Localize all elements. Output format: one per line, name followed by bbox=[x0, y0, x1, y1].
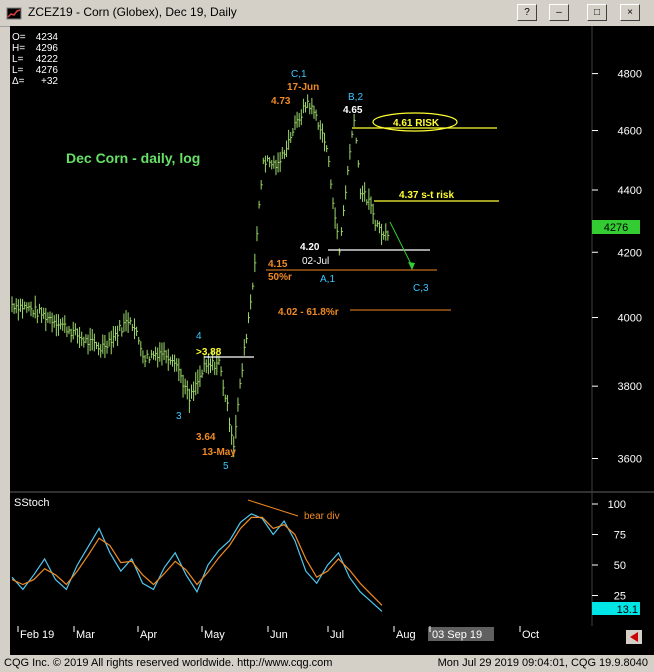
stoch-y-tick-label: 25 bbox=[614, 591, 626, 603]
timestamp-text: Mon Jul 29 2019 09:04:01, CQG 19.9.8040 bbox=[437, 657, 648, 669]
ohlc-label: L= bbox=[12, 65, 24, 76]
minimize-icon: – bbox=[556, 7, 562, 18]
chart-area: O= 4234 H= 4296 L= 4222 L= 4276 Δ= +32 D… bbox=[10, 26, 654, 655]
label-364: 3.64 bbox=[196, 432, 216, 443]
x-tick-label: 03 Sep 19 bbox=[432, 629, 482, 641]
scroll-right-button[interactable] bbox=[626, 630, 642, 644]
ohlc-label: L= bbox=[12, 54, 24, 65]
ohlc-label: H= bbox=[12, 43, 25, 54]
label-415: 4.15 bbox=[268, 259, 288, 270]
price-chart-svg: O= 4234 H= 4296 L= 4222 L= 4276 Δ= +32 D… bbox=[10, 26, 654, 655]
x-tick-label: Feb 19 bbox=[20, 629, 54, 641]
label-bear-div: bear div bbox=[304, 511, 340, 522]
ohlc-value: +32 bbox=[41, 76, 58, 87]
maximize-icon: □ bbox=[593, 7, 601, 18]
x-tick-label: May bbox=[204, 629, 225, 641]
ohlc-value: 4276 bbox=[36, 65, 59, 76]
label-473: 4.73 bbox=[271, 96, 291, 107]
y-tick-label: 4200 bbox=[618, 247, 642, 259]
label-420: 4.20 bbox=[300, 242, 320, 253]
last-price-value: 4276 bbox=[604, 222, 628, 234]
ohlc-value: 4296 bbox=[36, 43, 59, 54]
help-button[interactable]: ? bbox=[517, 4, 537, 21]
stoch-last-value: 13.1 bbox=[617, 604, 638, 616]
x-tick-label: Mar bbox=[76, 629, 95, 641]
label-17jun: 17-Jun bbox=[287, 82, 319, 93]
y-tick-label: 3800 bbox=[618, 381, 642, 393]
chart-title: Dec Corn - daily, log bbox=[66, 150, 200, 166]
app-icon bbox=[6, 7, 22, 20]
label-50r: 50%r bbox=[268, 272, 292, 283]
copyright-text: CQG Inc. © 2019 All rights reserved worl… bbox=[4, 657, 333, 669]
stoch-y-tick-label: 50 bbox=[614, 560, 626, 572]
maximize-button[interactable]: □ bbox=[587, 4, 607, 21]
y-tick-label: 4600 bbox=[618, 126, 642, 138]
label-c1: C,1 bbox=[291, 69, 307, 80]
stoch-y-tick-label: 100 bbox=[608, 499, 626, 511]
label-02jul: 02-Jul bbox=[302, 256, 329, 267]
status-bar: CQG Inc. © 2019 All rights reserved worl… bbox=[0, 655, 654, 672]
label-13may: 13-May bbox=[202, 447, 236, 458]
label-b2: B,2 bbox=[348, 92, 363, 103]
ohlc-value: 4222 bbox=[36, 54, 59, 65]
label-388: >3.88 bbox=[196, 347, 222, 358]
stoch-y-tick-label: 75 bbox=[614, 530, 626, 542]
ohlc-label: O= bbox=[12, 32, 26, 43]
close-button[interactable]: × bbox=[620, 4, 640, 21]
x-tick-label: Jun bbox=[270, 629, 288, 641]
x-tick-label: Aug bbox=[396, 629, 416, 641]
x-tick-label: Apr bbox=[140, 629, 157, 641]
minimize-button[interactable]: – bbox=[549, 4, 569, 21]
label-a1: A,1 bbox=[320, 274, 335, 285]
label-c3: C,3 bbox=[413, 283, 429, 294]
label-402-618r: 4.02 - 61.8%r bbox=[278, 307, 339, 318]
label-465: 4.65 bbox=[343, 105, 363, 116]
window-titlebar: ZCEZ19 - Corn (Globex), Dec 19, Daily ? … bbox=[0, 0, 654, 27]
label-437-st-risk: 4.37 s-t risk bbox=[399, 190, 454, 201]
close-icon: × bbox=[627, 7, 633, 18]
y-tick-label: 4400 bbox=[618, 185, 642, 197]
label-wave-3: 3 bbox=[176, 411, 182, 422]
ohlc-label: Δ= bbox=[12, 76, 25, 87]
label-wave-5: 5 bbox=[223, 461, 229, 472]
y-tick-label: 4800 bbox=[618, 69, 642, 81]
y-tick-label: 3600 bbox=[618, 454, 642, 466]
window-title: ZCEZ19 - Corn (Globex), Dec 19, Daily bbox=[28, 5, 237, 19]
stoch-title: SStoch bbox=[14, 497, 49, 509]
help-icon: ? bbox=[524, 7, 530, 18]
y-tick-label: 4000 bbox=[618, 313, 642, 325]
label-wave-4: 4 bbox=[196, 331, 202, 342]
x-tick-label: Oct bbox=[522, 629, 539, 641]
ohlc-value: 4234 bbox=[36, 32, 59, 43]
x-tick-label: Jul bbox=[330, 629, 344, 641]
label-461-risk: 4.61 RISK bbox=[393, 118, 440, 129]
